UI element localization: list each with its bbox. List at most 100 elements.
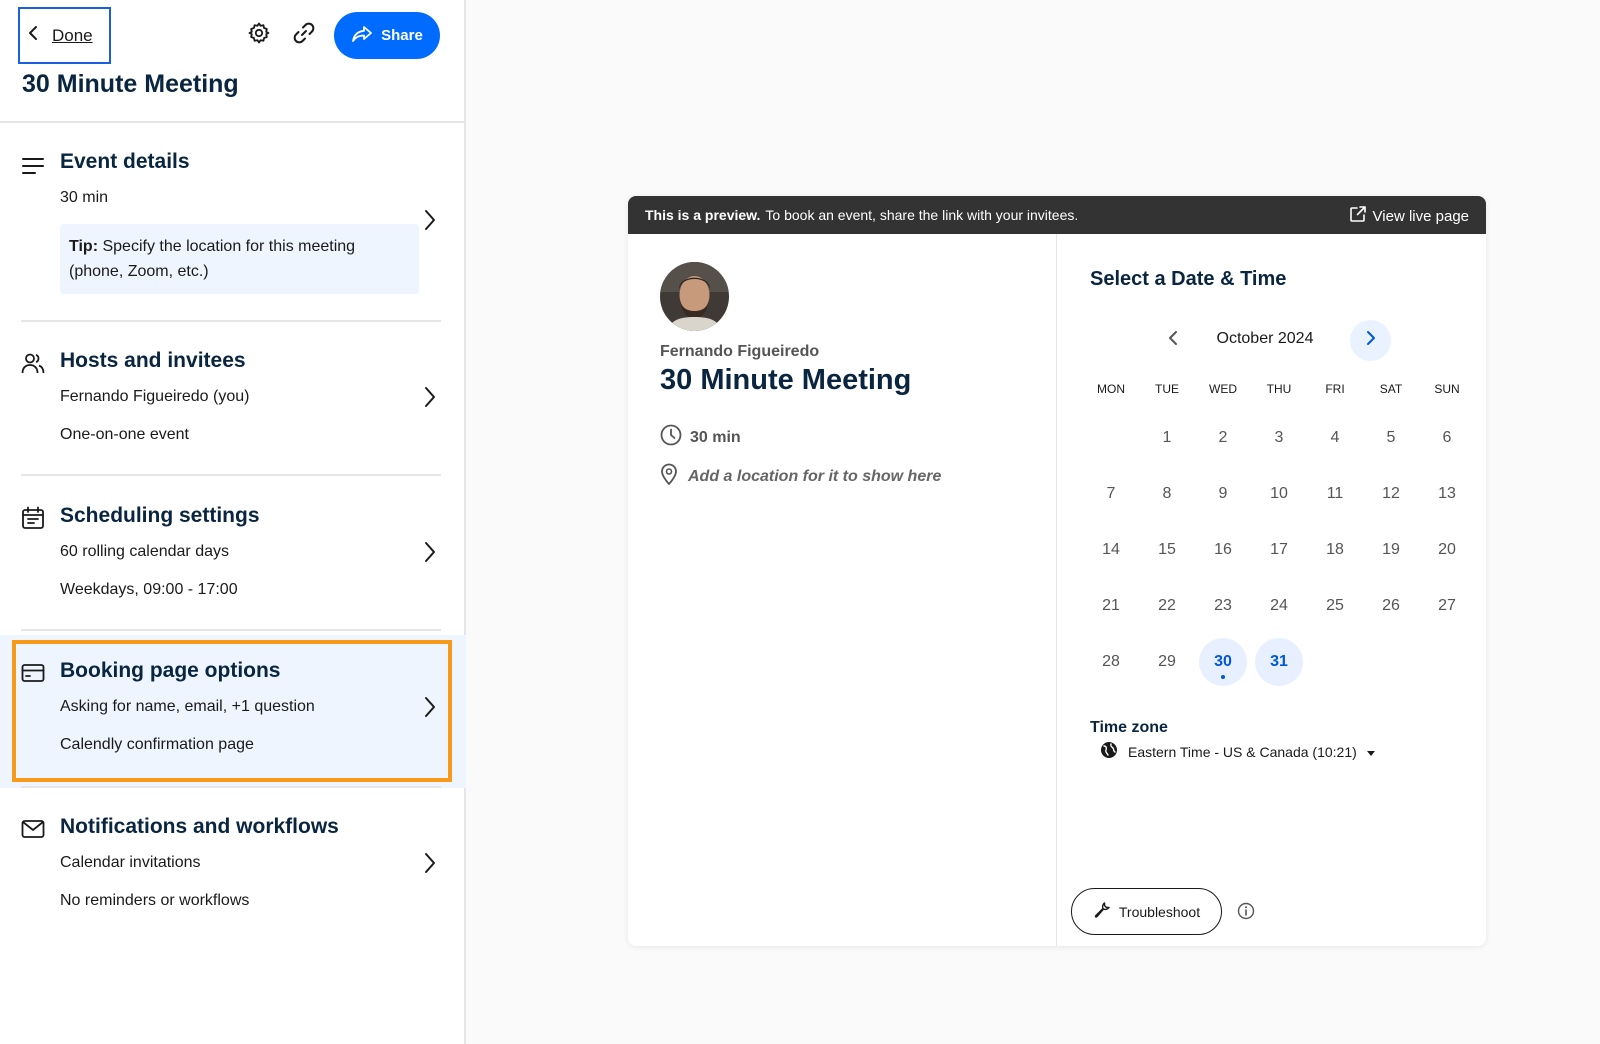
tip-label: Tip: [69, 238, 99, 255]
clock-icon [660, 424, 682, 451]
section-detail: Fernando Figueiredo (you) [60, 388, 250, 405]
calendar-day: 13 [1438, 485, 1456, 502]
section-notifications-workflows[interactable]: Notifications and workflows Calendar inv… [0, 815, 466, 915]
calendar-day: 28 [1102, 653, 1120, 670]
preview-banner: This is a preview. To book an event, sha… [628, 196, 1486, 234]
calendar-day: 4 [1330, 429, 1340, 446]
share-label: Share [381, 27, 423, 44]
lines-icon [21, 154, 45, 178]
calendar-day-available[interactable]: 31 [1255, 638, 1303, 686]
calendar-day: 29 [1158, 653, 1176, 670]
month-label: October 2024 [1216, 330, 1314, 347]
calendar-day: 19 [1382, 541, 1400, 558]
timezone-value: Eastern Time - US & Canada (10:21) [1128, 743, 1357, 760]
calendar-day: 21 [1102, 597, 1120, 614]
calendar-day: 23 [1214, 597, 1232, 614]
section-detail: 60 rolling calendar days [60, 543, 229, 560]
event-location: Add a location for it to show here [660, 463, 941, 490]
calendar-day: 22 [1158, 597, 1176, 614]
section-title: Event details [60, 150, 190, 173]
weekday-header: FRI [1325, 382, 1345, 396]
caret-down-icon [1366, 744, 1375, 760]
calendar-day: 8 [1162, 485, 1172, 502]
share-arrow-icon [351, 25, 373, 47]
calendar-day: 26 [1382, 597, 1400, 614]
calendar-day: 20 [1438, 541, 1456, 558]
previous-month-button[interactable] [1162, 329, 1184, 351]
preview-banner-text: To book an event, share the link with yo… [765, 207, 1079, 223]
timezone-label: Time zone [1090, 719, 1168, 736]
section-title: Hosts and invitees [60, 349, 246, 372]
calendar-day: 12 [1382, 485, 1400, 502]
calendar-day: 18 [1326, 541, 1344, 558]
calendar-day: 16 [1214, 541, 1232, 558]
chevron-left-icon [1168, 330, 1178, 351]
chevron-left-icon [28, 25, 38, 46]
header-divider [0, 121, 466, 123]
copy-link-button[interactable] [289, 20, 319, 50]
sidebar-topbar: Done Share [0, 0, 466, 72]
weekday-header: MON [1097, 382, 1125, 396]
globe-icon [1100, 741, 1118, 762]
share-button[interactable]: Share [334, 12, 440, 59]
chevron-right-icon [420, 208, 440, 232]
calendar-day: 25 [1326, 597, 1344, 614]
calendar-day: 6 [1442, 429, 1452, 446]
calendar-day: 3 [1274, 429, 1284, 446]
info-icon[interactable] [1235, 900, 1257, 922]
section-detail: No reminders or workflows [60, 892, 250, 909]
next-month-button[interactable] [1350, 320, 1391, 361]
external-link-icon [1349, 205, 1367, 227]
section-detail: Weekdays, 09:00 - 17:00 [60, 581, 238, 598]
duration-label: 30 min [690, 428, 741, 446]
done-label: Done [52, 25, 93, 45]
section-divider [21, 786, 441, 788]
calendar-day: 2 [1218, 429, 1228, 446]
calendar-day: 17 [1270, 541, 1288, 558]
chevron-right-icon [420, 385, 440, 409]
section-title: Notifications and workflows [60, 815, 339, 838]
troubleshoot-button[interactable]: Troubleshoot [1071, 888, 1222, 935]
section-divider [21, 474, 441, 476]
calendar-day-available[interactable]: 30 [1199, 638, 1247, 686]
done-button[interactable]: Done [18, 7, 111, 64]
settings-button[interactable] [244, 20, 274, 50]
weekday-header: SUN [1434, 382, 1460, 396]
view-live-label: View live page [1372, 207, 1469, 225]
weekday-header: THU [1266, 382, 1292, 396]
calendar-day: 24 [1270, 597, 1288, 614]
calendar-day: 27 [1438, 597, 1456, 614]
location-tip: Tip: Specify the location for this meeti… [60, 224, 419, 294]
page-title: 30 Minute Meeting [22, 70, 239, 98]
calendar-day: 7 [1106, 485, 1116, 502]
calendar-icon [21, 506, 45, 530]
section-scheduling-settings[interactable]: Scheduling settings 60 rolling calendar … [0, 504, 466, 604]
event-name: 30 Minute Meeting [660, 364, 912, 396]
view-live-page-link[interactable]: View live page [1349, 205, 1469, 227]
troubleshoot-label: Troubleshoot [1118, 903, 1201, 920]
host-name: Fernando Figueiredo [660, 343, 820, 360]
calendar-day: 11 [1326, 485, 1344, 502]
weekday-header: TUE [1155, 382, 1179, 396]
calendar-day: 9 [1218, 485, 1228, 502]
calendar-day: 15 [1158, 541, 1176, 558]
calendar-day: 10 [1270, 485, 1288, 502]
wrench-icon [1093, 901, 1111, 922]
event-duration: 30 min [660, 424, 741, 451]
section-divider [21, 320, 441, 322]
section-divider [21, 629, 441, 631]
preview-banner-bold: This is a preview. [645, 207, 761, 223]
calendar-day: 1 [1162, 429, 1172, 446]
weekday-header: WED [1209, 382, 1237, 396]
host-avatar [660, 262, 729, 331]
calendar-day: 5 [1386, 429, 1396, 446]
timezone-select[interactable]: Eastern Time - US & Canada (10:21) [1100, 741, 1375, 762]
chevron-right-icon [420, 540, 440, 564]
section-hosts-invitees[interactable]: Hosts and invitees Fernando Figueiredo (… [0, 349, 466, 449]
booking-page-preview: This is a preview. To book an event, sha… [628, 196, 1486, 946]
section-detail: 30 min [60, 189, 109, 206]
preview-column-divider [1056, 234, 1057, 946]
chevron-right-icon [1366, 330, 1376, 351]
select-date-title: Select a Date & Time [1090, 268, 1287, 290]
tip-text: Specify the location for this meeting (p… [69, 238, 356, 280]
